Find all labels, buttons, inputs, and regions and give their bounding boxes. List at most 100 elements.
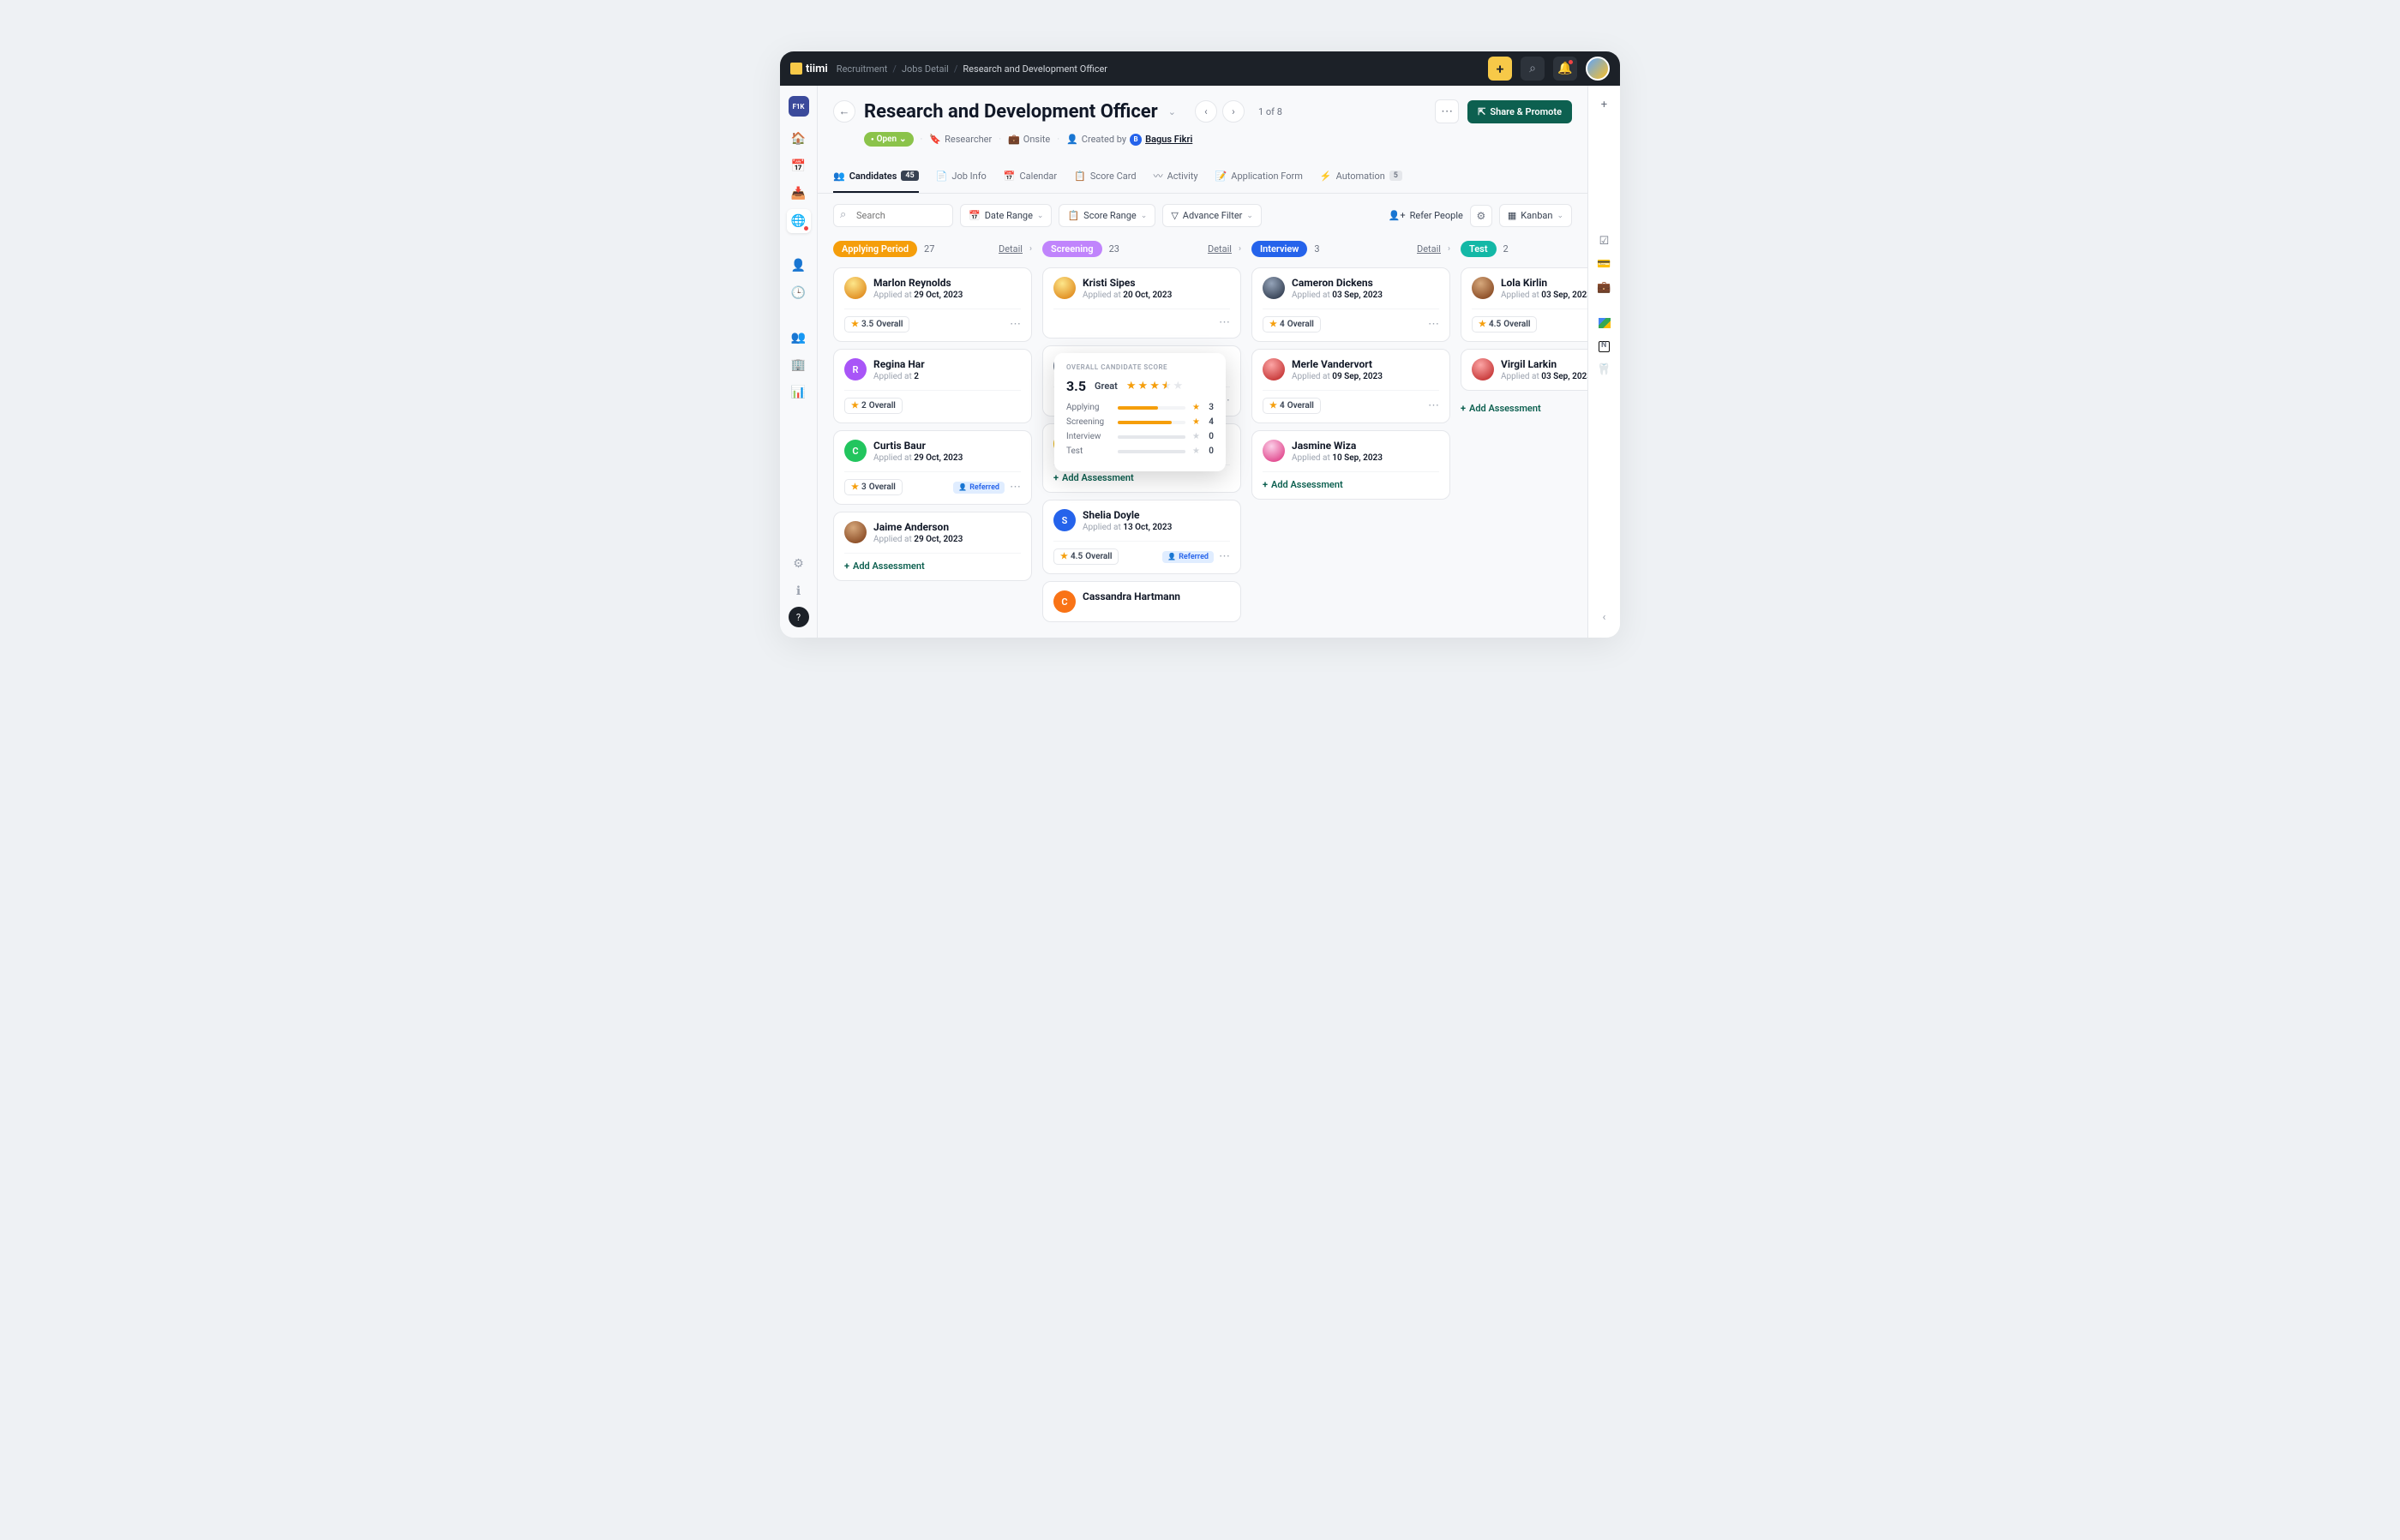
card-menu[interactable]: ⋯ xyxy=(1219,316,1230,329)
notifications-button[interactable]: 🔔 xyxy=(1553,57,1577,81)
candidate-card[interactable]: Virgil Larkin Applied at 03 Sep, 2023 xyxy=(1461,349,1587,391)
more-actions-button[interactable]: ⋯ xyxy=(1435,99,1459,123)
calendar-icon[interactable]: 📅 xyxy=(787,154,811,178)
tab-automation[interactable]: ⚡ Automation 5 xyxy=(1320,160,1402,193)
view-switcher[interactable]: ▦ Kanban ⌄ xyxy=(1499,204,1572,227)
tab-score-card[interactable]: 📋 Score Card xyxy=(1074,160,1136,193)
avatar xyxy=(1472,277,1494,299)
avatar xyxy=(1263,440,1285,462)
add-assessment-button[interactable]: Add Assessment xyxy=(1263,471,1439,490)
tab-candidates[interactable]: 👥 Candidates 45 xyxy=(833,160,919,193)
next-job-button[interactable]: › xyxy=(1222,100,1245,123)
crumb-recruitment[interactable]: Recruitment xyxy=(837,63,888,75)
refer-people-button[interactable]: 👤+ Refer People xyxy=(1389,210,1463,221)
info-icon[interactable]: ℹ xyxy=(787,579,811,603)
home-icon[interactable]: 🏠 xyxy=(787,127,811,151)
crumb-jobs-detail[interactable]: Jobs Detail xyxy=(902,63,949,75)
recruitment-icon[interactable]: 🌐 xyxy=(787,209,811,233)
help-button[interactable]: ? xyxy=(789,607,809,627)
user-avatar[interactable] xyxy=(1586,57,1610,81)
stage-label: Interview xyxy=(1251,241,1307,257)
candidate-card[interactable]: Kristi Sipes Applied at 20 Oct, 2023 ⋯ xyxy=(1042,267,1241,339)
score-badge[interactable]: 3 Overall xyxy=(844,479,903,495)
tab-application-form[interactable]: 📝 Application Form xyxy=(1215,160,1303,193)
avatar xyxy=(1472,358,1494,381)
card-menu[interactable]: ⋯ xyxy=(1010,318,1021,331)
candidate-card[interactable]: Jasmine Wiza Applied at 10 Sep, 2023 Add… xyxy=(1251,430,1450,500)
score-badge[interactable]: 4.5 Overall xyxy=(1053,548,1119,565)
search-input[interactable] xyxy=(833,204,953,227)
add-assessment-button[interactable]: Add Assessment xyxy=(844,553,1021,572)
add-assessment-button[interactable]: Add Assessment xyxy=(1461,398,1587,419)
add-widget-icon[interactable]: + xyxy=(1594,94,1615,115)
candidate-card[interactable]: S Shelia Doyle Applied at 13 Oct, 2023 4… xyxy=(1042,500,1241,574)
stage-label: Applying Period xyxy=(833,241,917,257)
building-icon[interactable]: 🏢 xyxy=(787,353,811,377)
status-chip[interactable]: Open ⌄ xyxy=(864,132,914,147)
sidebar: F1K 🏠 📅 📥 🌐 👤 🕒 👥 🏢 📊 ⚙ ℹ ? xyxy=(780,86,818,638)
wallet-icon[interactable]: 💼 xyxy=(1594,277,1615,297)
column-interview: Interview 3 Detail › Cameron Dickens App… xyxy=(1251,237,1450,622)
date-range-filter[interactable]: 📅 Date Range ⌄ xyxy=(960,204,1052,227)
card-menu[interactable]: ⋯ xyxy=(1428,399,1439,412)
column-detail-link[interactable]: Detail xyxy=(1208,243,1232,255)
logo: tiimi xyxy=(790,63,828,75)
card-icon[interactable]: 💳 xyxy=(1594,254,1615,274)
logo-icon xyxy=(790,63,802,75)
settings-icon[interactable]: ⚙ xyxy=(787,552,811,576)
tab-calendar[interactable]: 📅 Calendar xyxy=(1004,160,1057,193)
candidate-card[interactable]: R Regina Har Applied at 2 2 Overall xyxy=(833,349,1032,423)
stage-label: Screening xyxy=(1042,241,1102,257)
role-meta: 🔖 Researcher xyxy=(929,134,992,145)
candidate-card[interactable]: Jaime Anderson Applied at 29 Oct, 2023 A… xyxy=(833,512,1032,581)
checklist-icon[interactable]: ☑ xyxy=(1594,231,1615,251)
creator-link[interactable]: Bagus Fikri xyxy=(1145,134,1192,145)
workspace-badge[interactable]: F1K xyxy=(789,96,809,117)
prev-job-button[interactable]: ‹ xyxy=(1195,100,1217,123)
add-button[interactable]: + xyxy=(1488,57,1512,81)
advance-filter[interactable]: ▽ Advance Filter ⌄ xyxy=(1162,204,1262,227)
avatar xyxy=(844,521,867,543)
location-meta: 💼 Onsite xyxy=(1008,134,1050,145)
search-button[interactable]: ⌕ xyxy=(1521,57,1545,81)
candidate-card[interactable]: Merle Vandervort Applied at 09 Sep, 2023… xyxy=(1251,349,1450,423)
back-button[interactable]: ← xyxy=(833,100,855,123)
title-dropdown-icon[interactable]: ⌄ xyxy=(1168,106,1176,117)
column-test: Test 2 Detail › Lola Kirlin Applied at 0… xyxy=(1461,237,1587,622)
column-detail-link[interactable]: Detail xyxy=(1417,243,1441,255)
referred-badge: Referred xyxy=(953,482,1005,494)
tab-job-info[interactable]: 📄 Job Info xyxy=(936,160,987,193)
column-detail-link[interactable]: Detail xyxy=(999,243,1023,255)
stage-label: Test xyxy=(1461,241,1497,257)
card-menu[interactable]: ⋯ xyxy=(1219,550,1230,563)
org-icon[interactable]: 👥 xyxy=(787,326,811,350)
breadcrumbs: Recruitment / Jobs Detail / Research and… xyxy=(837,63,1107,75)
score-badge[interactable]: 4 Overall xyxy=(1263,398,1321,414)
time-icon[interactable]: 🕒 xyxy=(787,281,811,305)
card-menu[interactable]: ⋯ xyxy=(1010,481,1021,494)
score-badge[interactable]: 3.5 Overall xyxy=(844,316,909,333)
avatar: S xyxy=(1053,509,1076,531)
reports-icon[interactable]: 📊 xyxy=(787,381,811,404)
avatar: C xyxy=(844,440,867,462)
score-badge[interactable]: 4 Overall xyxy=(1263,316,1321,333)
candidate-card[interactable]: C Curtis Baur Applied at 29 Oct, 2023 3 … xyxy=(833,430,1032,505)
google-drive-icon[interactable] xyxy=(1594,313,1615,333)
score-badge[interactable]: 2 Overall xyxy=(844,398,903,414)
candidate-card[interactable]: C Cassandra Hartmann xyxy=(1042,581,1241,622)
tab-activity[interactable]: 〰 Activity xyxy=(1154,160,1198,193)
score-badge[interactable]: 4.5 Overall xyxy=(1472,316,1537,333)
candidate-card[interactable]: Marlon Reynolds Applied at 29 Oct, 2023 … xyxy=(833,267,1032,342)
inbox-icon[interactable]: 📥 xyxy=(787,182,811,206)
candidate-card[interactable]: Cameron Dickens Applied at 03 Sep, 2023 … xyxy=(1251,267,1450,342)
collapse-panel-button[interactable]: ‹ xyxy=(1598,606,1611,629)
people-icon[interactable]: 👤 xyxy=(787,254,811,278)
candidate-card[interactable]: Lola Kirlin Applied at 03 Sep, 2023 4.5 … xyxy=(1461,267,1587,342)
score-range-filter[interactable]: 📋 Score Range ⌄ xyxy=(1059,204,1155,227)
share-button[interactable]: ⇱ Share & Promote xyxy=(1467,100,1572,123)
notion-icon[interactable] xyxy=(1594,336,1615,357)
board-settings-button[interactable]: ⚙ xyxy=(1470,205,1492,227)
card-menu[interactable]: ⋯ xyxy=(1428,318,1439,331)
dental-icon[interactable]: 🦷 xyxy=(1594,359,1615,380)
tabs: 👥 Candidates 45 📄 Job Info 📅 Calendar 📋 … xyxy=(818,160,1587,194)
